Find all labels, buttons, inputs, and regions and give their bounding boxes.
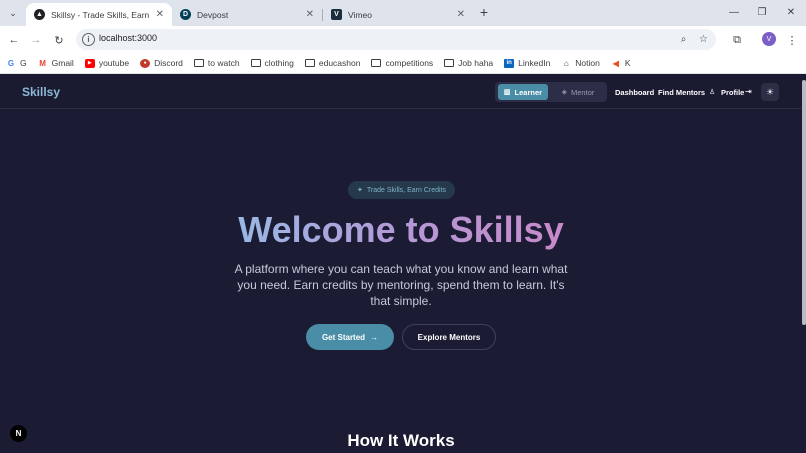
bookmark-label: clothing: [264, 58, 294, 68]
bookmark-discord[interactable]: ● Discord: [140, 58, 183, 68]
bookmark-to-watch[interactable]: to watch: [193, 58, 240, 68]
discord-icon: ●: [140, 58, 151, 68]
site-info-icon[interactable]: i: [82, 33, 95, 46]
bookmarks-bar: GG M Gmail ▶ youtube ● Discord to watch clo…: [0, 53, 806, 74]
role-toggle: ▥ Learner ◈ Mentor: [495, 82, 607, 102]
bookmark-label: Discord: [154, 58, 183, 68]
bookmark-label: to watch: [207, 58, 240, 68]
address-bar[interactable]: i localhost:3000 ⌕ ☆: [76, 29, 716, 50]
bookmark-label: Job haha: [458, 58, 494, 68]
restore-icon[interactable]: ❐: [752, 4, 772, 20]
nav-profile-link[interactable]: Profile: [721, 88, 744, 97]
close-tab-icon[interactable]: ✕: [156, 9, 164, 20]
learner-label: Learner: [514, 87, 543, 97]
bookmark-k[interactable]: ◀ K: [611, 58, 631, 68]
tab-title: Devpost: [197, 9, 229, 20]
bookmark-google[interactable]: GG: [6, 58, 27, 68]
folder-icon: [444, 59, 455, 67]
bookmark-label: Notion: [575, 58, 600, 68]
back-icon[interactable]: ←: [5, 31, 23, 49]
bookmark-job-haha[interactable]: Job haha: [444, 58, 493, 68]
notion-icon: ⌂: [563, 58, 569, 68]
bookmark-label: educashon: [318, 58, 361, 68]
minimize-icon[interactable]: —: [724, 4, 744, 20]
bookmark-clothing[interactable]: clothing: [250, 58, 294, 68]
browser-tab-strip: ⌄ ▲ Skillsy - Trade Skills, Earn Credits…: [0, 0, 806, 26]
tab-devpost[interactable]: D Devpost ✕: [172, 3, 322, 26]
explore-mentors-label: Explore Mentors: [417, 332, 481, 342]
bookmark-notion[interactable]: ⌂ Notion: [561, 58, 600, 68]
bookmark-youtube[interactable]: ▶ youtube: [84, 58, 130, 68]
tab-vimeo[interactable]: V Vimeo ✕: [323, 3, 473, 26]
browser-toolbar: ← → ↻ i localhost:3000 ⌕ ☆ ⧉ ⋮: [0, 26, 806, 53]
mentor-cap-icon: ◈: [561, 89, 568, 96]
bookmark-gmail[interactable]: M Gmail: [38, 58, 74, 68]
book-icon: ▥: [503, 89, 511, 96]
sparkle-icon: ✦: [357, 187, 363, 194]
get-started-label: Get Started: [321, 332, 366, 342]
bookmark-label: competitions: [385, 58, 434, 68]
tab-skillsy[interactable]: ▲ Skillsy - Trade Skills, Earn Credits ✕: [26, 3, 172, 26]
bookmark-label: LinkedIn: [518, 58, 551, 68]
hero-badge-text: Trade Skills, Earn Credits: [366, 186, 446, 194]
nav-find-mentors-link[interactable]: Find Mentors: [658, 88, 705, 97]
hero-title-text: Welcome to Skillsy: [238, 209, 564, 250]
theme-toggle-sun-icon[interactable]: ☀: [761, 83, 779, 101]
new-tab-icon[interactable]: +: [476, 4, 492, 20]
nextjs-dev-badge[interactable]: N: [10, 425, 27, 442]
scrollbar-thumb[interactable]: [802, 80, 806, 325]
devpost-favicon-icon: D: [180, 9, 191, 20]
app-viewport: Skillsy ▥ Learner ◈ Mentor Dashboard Fin…: [0, 75, 806, 453]
folder-icon: [304, 59, 315, 67]
skillsy-favicon-icon: ▲: [34, 9, 45, 20]
extensions-icon[interactable]: ⧉: [728, 31, 746, 49]
bookmark-educashon[interactable]: educashon: [304, 58, 361, 68]
folder-icon: [193, 59, 204, 67]
app-navbar: Skillsy ▥ Learner ◈ Mentor Dashboard Fin…: [0, 75, 802, 109]
user-icon: ♙: [709, 89, 716, 96]
linkedin-icon: in: [504, 58, 515, 68]
bookmark-linkedin[interactable]: in LinkedIn: [504, 58, 550, 68]
tab-title: Skillsy - Trade Skills, Earn Credits: [51, 9, 152, 20]
forward-icon[interactable]: →: [27, 31, 45, 49]
gmail-icon: M: [39, 58, 46, 68]
vimeo-favicon-icon: V: [331, 9, 342, 20]
zoom-icon[interactable]: ⌕: [676, 32, 691, 47]
learner-toggle-button[interactable]: ▥ Learner: [498, 84, 548, 100]
close-tab-icon[interactable]: ✕: [306, 9, 314, 20]
nav-dashboard-link[interactable]: Dashboard: [615, 88, 654, 97]
explore-mentors-button[interactable]: Explore Mentors: [402, 324, 496, 350]
url-text[interactable]: localhost:3000: [99, 33, 157, 43]
tab-search-icon[interactable]: ⌄: [4, 4, 22, 22]
mentor-label: Mentor: [571, 87, 595, 97]
profile-avatar[interactable]: V: [762, 32, 776, 46]
bookmark-competitions[interactable]: competitions: [371, 58, 433, 68]
bookmark-label: K: [624, 58, 631, 68]
folder-icon: [250, 59, 261, 67]
close-tab-icon[interactable]: ✕: [457, 9, 465, 20]
arrow-right-icon: →: [370, 332, 379, 342]
k-icon: ◀: [612, 58, 619, 68]
hero-subtitle: A platform where you can teach what you …: [234, 262, 568, 308]
bookmark-label: youtube: [98, 58, 130, 68]
brand-logo[interactable]: Skillsy: [22, 85, 60, 99]
tab-title: Vimeo: [348, 9, 372, 20]
reload-icon[interactable]: ↻: [50, 31, 68, 49]
hero-title: Welcome to Skillsy: [0, 209, 802, 251]
hero-badge: ✦ Trade Skills, Earn Credits: [348, 181, 455, 199]
how-it-works-heading: How It Works: [347, 431, 455, 450]
bookmark-label: Gmail: [51, 58, 74, 68]
bookmark-label: G: [20, 58, 27, 68]
menu-icon[interactable]: ⋮: [783, 31, 801, 49]
mentor-toggle-button[interactable]: ◈ Mentor: [552, 84, 604, 100]
folder-icon: [371, 59, 382, 67]
get-started-button[interactable]: Get Started →: [306, 324, 394, 350]
bookmark-star-icon[interactable]: ☆: [696, 32, 711, 47]
scrollbar-track[interactable]: [802, 75, 806, 453]
youtube-icon: ▶: [84, 58, 95, 68]
logout-icon[interactable]: ⇥: [745, 87, 752, 96]
close-window-icon[interactable]: ✕: [781, 4, 801, 20]
google-icon: G: [7, 58, 15, 68]
